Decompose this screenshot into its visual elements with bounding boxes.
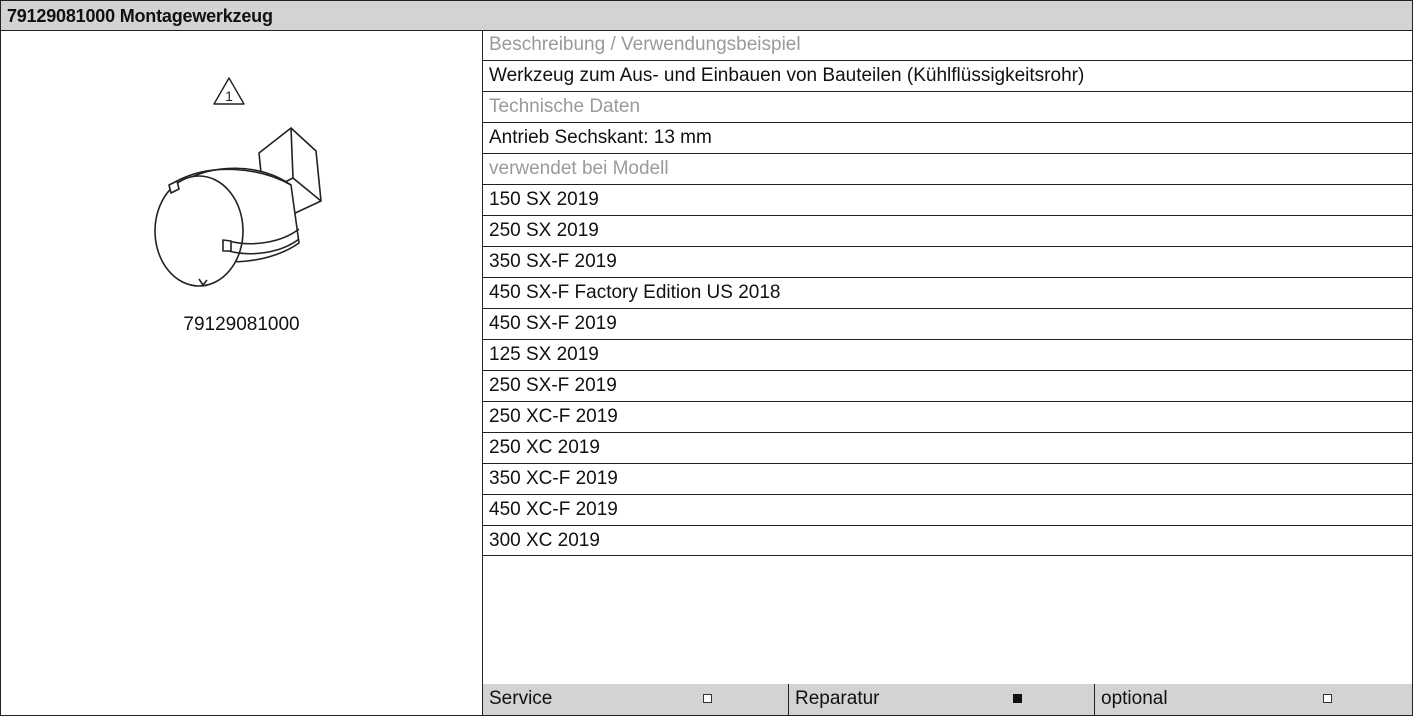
model-name: 300 XC 2019 bbox=[489, 530, 600, 551]
category-optional-label: optional bbox=[1101, 688, 1168, 709]
category-repair-label: Reparatur bbox=[795, 688, 880, 709]
description-label: Beschreibung / Verwendungsbeispiel bbox=[489, 34, 801, 55]
description-text: Werkzeug zum Aus- und Einbauen von Baute… bbox=[489, 65, 1085, 86]
page-title: 79129081000 Montagewerkzeug bbox=[7, 6, 273, 26]
tech-label: Technische Daten bbox=[489, 96, 641, 117]
model-name: 350 XC-F 2019 bbox=[489, 468, 618, 489]
model-name: 250 SX 2019 bbox=[489, 220, 599, 241]
description-row: Werkzeug zum Aus- und Einbauen von Baute… bbox=[483, 61, 1412, 92]
model-row: 250 SX 2019 bbox=[483, 216, 1412, 247]
model-row: 250 SX-F 2019 bbox=[483, 371, 1412, 402]
model-name: 125 SX 2019 bbox=[489, 344, 599, 365]
models-label-row: verwendet bei Modell bbox=[483, 154, 1412, 185]
category-service: Service bbox=[483, 684, 789, 715]
mounting-tool-drawing bbox=[154, 127, 322, 287]
model-name: 350 SX-F 2019 bbox=[489, 251, 617, 272]
model-name: 250 SX-F 2019 bbox=[489, 375, 617, 396]
model-name: 450 SX-F Factory Edition US 2018 bbox=[489, 282, 781, 303]
model-row: 125 SX 2019 bbox=[483, 340, 1412, 371]
model-row: 150 SX 2019 bbox=[483, 185, 1412, 216]
category-footer: Service Reparatur optional bbox=[483, 684, 1412, 715]
checkbox-service bbox=[703, 694, 712, 703]
sheet-header: 79129081000 Montagewerkzeug bbox=[0, 0, 1413, 31]
model-row: 350 SX-F 2019 bbox=[483, 247, 1412, 278]
model-name: 150 SX 2019 bbox=[489, 189, 599, 210]
model-name: 450 SX-F 2019 bbox=[489, 313, 617, 334]
model-row: 450 SX-F 2019 bbox=[483, 309, 1412, 340]
tech-row: Antrieb Sechskant: 13 mm bbox=[483, 123, 1412, 154]
model-name: 450 XC-F 2019 bbox=[489, 499, 618, 520]
tech-value: Antrieb Sechskant: 13 mm bbox=[489, 127, 712, 148]
image-panel: 1 79129081000 bbox=[1, 30, 483, 715]
model-row: 350 XC-F 2019 bbox=[483, 464, 1412, 495]
warning-triangle-1-icon: 1 bbox=[213, 77, 245, 105]
checkbox-optional bbox=[1323, 694, 1332, 703]
model-row: 450 SX-F Factory Edition US 2018 bbox=[483, 278, 1412, 309]
category-repair: Reparatur bbox=[789, 684, 1095, 715]
description-label-row: Beschreibung / Verwendungsbeispiel bbox=[483, 30, 1412, 61]
tool-sheet: 79129081000 Montagewerkzeug 1 7912908100… bbox=[0, 0, 1415, 716]
model-name: 250 XC 2019 bbox=[489, 437, 600, 458]
tech-label-row: Technische Daten bbox=[483, 92, 1412, 123]
svg-text:1: 1 bbox=[225, 88, 233, 104]
details-panel: Beschreibung / Verwendungsbeispiel Werkz… bbox=[483, 30, 1412, 715]
sheet-body: 1 79129081000 Beschreibung / Verwendungs… bbox=[0, 30, 1413, 716]
model-row: 450 XC-F 2019 bbox=[483, 495, 1412, 526]
checkbox-repair bbox=[1013, 694, 1022, 703]
model-row: 300 XC 2019 bbox=[483, 526, 1412, 556]
model-row: 250 XC 2019 bbox=[483, 433, 1412, 464]
models-label: verwendet bei Modell bbox=[489, 158, 669, 179]
model-name: 250 XC-F 2019 bbox=[489, 406, 618, 427]
part-number-label: 79129081000 bbox=[183, 314, 300, 335]
category-service-label: Service bbox=[489, 688, 553, 709]
model-row: 250 XC-F 2019 bbox=[483, 402, 1412, 433]
category-optional: optional bbox=[1095, 684, 1412, 715]
